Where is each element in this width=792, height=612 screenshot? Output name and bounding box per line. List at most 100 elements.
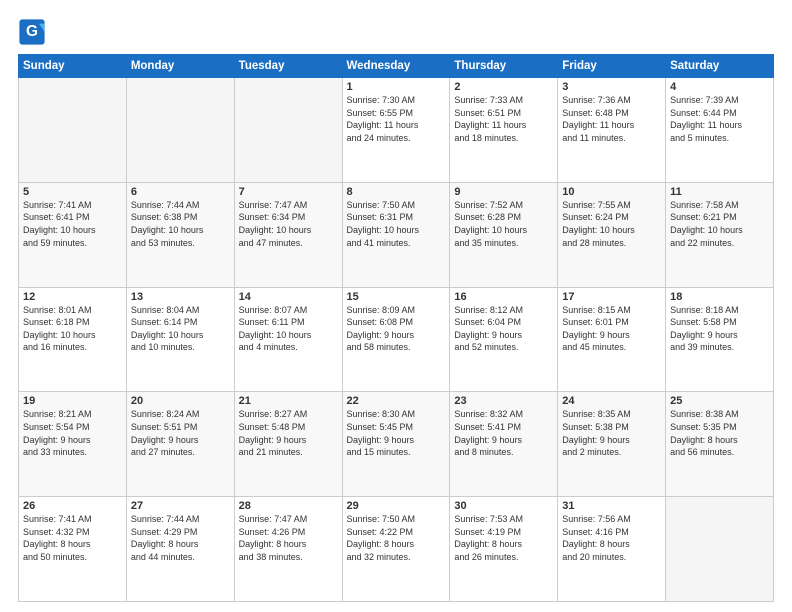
calendar-cell: 26Sunrise: 7:41 AM Sunset: 4:32 PM Dayli…	[19, 497, 127, 602]
day-number: 7	[239, 186, 338, 198]
day-number: 21	[239, 395, 338, 407]
calendar-cell	[666, 497, 774, 602]
cell-details: Sunrise: 8:04 AM Sunset: 6:14 PM Dayligh…	[131, 304, 230, 354]
day-number: 25	[670, 395, 769, 407]
day-number: 4	[670, 81, 769, 93]
col-header-thursday: Thursday	[450, 55, 558, 78]
day-number: 26	[23, 500, 122, 512]
day-number: 2	[454, 81, 553, 93]
cell-details: Sunrise: 8:12 AM Sunset: 6:04 PM Dayligh…	[454, 304, 553, 354]
cell-details: Sunrise: 8:27 AM Sunset: 5:48 PM Dayligh…	[239, 408, 338, 458]
cell-details: Sunrise: 8:30 AM Sunset: 5:45 PM Dayligh…	[347, 408, 446, 458]
calendar-cell: 11Sunrise: 7:58 AM Sunset: 6:21 PM Dayli…	[666, 182, 774, 287]
week-row-2: 12Sunrise: 8:01 AM Sunset: 6:18 PM Dayli…	[19, 287, 774, 392]
day-number: 20	[131, 395, 230, 407]
cell-details: Sunrise: 7:55 AM Sunset: 6:24 PM Dayligh…	[562, 199, 661, 249]
cell-details: Sunrise: 8:09 AM Sunset: 6:08 PM Dayligh…	[347, 304, 446, 354]
calendar-cell: 29Sunrise: 7:50 AM Sunset: 4:22 PM Dayli…	[342, 497, 450, 602]
day-number: 12	[23, 291, 122, 303]
cell-details: Sunrise: 7:53 AM Sunset: 4:19 PM Dayligh…	[454, 513, 553, 563]
calendar-cell: 21Sunrise: 8:27 AM Sunset: 5:48 PM Dayli…	[234, 392, 342, 497]
calendar-cell: 1Sunrise: 7:30 AM Sunset: 6:55 PM Daylig…	[342, 78, 450, 183]
cell-details: Sunrise: 7:50 AM Sunset: 6:31 PM Dayligh…	[347, 199, 446, 249]
cell-details: Sunrise: 7:30 AM Sunset: 6:55 PM Dayligh…	[347, 94, 446, 144]
day-number: 22	[347, 395, 446, 407]
calendar-cell: 27Sunrise: 7:44 AM Sunset: 4:29 PM Dayli…	[126, 497, 234, 602]
cell-details: Sunrise: 8:35 AM Sunset: 5:38 PM Dayligh…	[562, 408, 661, 458]
calendar-cell: 9Sunrise: 7:52 AM Sunset: 6:28 PM Daylig…	[450, 182, 558, 287]
week-row-4: 26Sunrise: 7:41 AM Sunset: 4:32 PM Dayli…	[19, 497, 774, 602]
calendar-cell: 3Sunrise: 7:36 AM Sunset: 6:48 PM Daylig…	[558, 78, 666, 183]
calendar-header-row: SundayMondayTuesdayWednesdayThursdayFrid…	[19, 55, 774, 78]
calendar-cell: 14Sunrise: 8:07 AM Sunset: 6:11 PM Dayli…	[234, 287, 342, 392]
cell-details: Sunrise: 8:32 AM Sunset: 5:41 PM Dayligh…	[454, 408, 553, 458]
day-number: 31	[562, 500, 661, 512]
cell-details: Sunrise: 8:18 AM Sunset: 5:58 PM Dayligh…	[670, 304, 769, 354]
day-number: 29	[347, 500, 446, 512]
calendar-cell: 17Sunrise: 8:15 AM Sunset: 6:01 PM Dayli…	[558, 287, 666, 392]
header: G	[18, 18, 774, 46]
day-number: 30	[454, 500, 553, 512]
calendar-cell: 6Sunrise: 7:44 AM Sunset: 6:38 PM Daylig…	[126, 182, 234, 287]
calendar-table: SundayMondayTuesdayWednesdayThursdayFrid…	[18, 54, 774, 602]
day-number: 24	[562, 395, 661, 407]
day-number: 11	[670, 186, 769, 198]
cell-details: Sunrise: 8:01 AM Sunset: 6:18 PM Dayligh…	[23, 304, 122, 354]
cell-details: Sunrise: 7:44 AM Sunset: 6:38 PM Dayligh…	[131, 199, 230, 249]
svg-text:G: G	[26, 23, 38, 40]
col-header-tuesday: Tuesday	[234, 55, 342, 78]
cell-details: Sunrise: 7:41 AM Sunset: 6:41 PM Dayligh…	[23, 199, 122, 249]
calendar-cell: 7Sunrise: 7:47 AM Sunset: 6:34 PM Daylig…	[234, 182, 342, 287]
calendar-cell: 20Sunrise: 8:24 AM Sunset: 5:51 PM Dayli…	[126, 392, 234, 497]
day-number: 5	[23, 186, 122, 198]
cell-details: Sunrise: 8:15 AM Sunset: 6:01 PM Dayligh…	[562, 304, 661, 354]
day-number: 9	[454, 186, 553, 198]
calendar-cell: 23Sunrise: 8:32 AM Sunset: 5:41 PM Dayli…	[450, 392, 558, 497]
calendar-cell: 12Sunrise: 8:01 AM Sunset: 6:18 PM Dayli…	[19, 287, 127, 392]
day-number: 15	[347, 291, 446, 303]
calendar-cell: 5Sunrise: 7:41 AM Sunset: 6:41 PM Daylig…	[19, 182, 127, 287]
calendar-cell	[126, 78, 234, 183]
cell-details: Sunrise: 7:52 AM Sunset: 6:28 PM Dayligh…	[454, 199, 553, 249]
week-row-1: 5Sunrise: 7:41 AM Sunset: 6:41 PM Daylig…	[19, 182, 774, 287]
day-number: 17	[562, 291, 661, 303]
calendar-cell	[234, 78, 342, 183]
cell-details: Sunrise: 8:24 AM Sunset: 5:51 PM Dayligh…	[131, 408, 230, 458]
cell-details: Sunrise: 7:47 AM Sunset: 4:26 PM Dayligh…	[239, 513, 338, 563]
logo-icon: G	[18, 18, 46, 46]
week-row-0: 1Sunrise: 7:30 AM Sunset: 6:55 PM Daylig…	[19, 78, 774, 183]
cell-details: Sunrise: 8:07 AM Sunset: 6:11 PM Dayligh…	[239, 304, 338, 354]
day-number: 6	[131, 186, 230, 198]
calendar-cell: 10Sunrise: 7:55 AM Sunset: 6:24 PM Dayli…	[558, 182, 666, 287]
day-number: 8	[347, 186, 446, 198]
day-number: 28	[239, 500, 338, 512]
cell-details: Sunrise: 7:50 AM Sunset: 4:22 PM Dayligh…	[347, 513, 446, 563]
cell-details: Sunrise: 7:47 AM Sunset: 6:34 PM Dayligh…	[239, 199, 338, 249]
calendar-cell	[19, 78, 127, 183]
col-header-friday: Friday	[558, 55, 666, 78]
week-row-3: 19Sunrise: 8:21 AM Sunset: 5:54 PM Dayli…	[19, 392, 774, 497]
page: G SundayMondayTuesdayWednesdayThursdayFr…	[0, 0, 792, 612]
col-header-sunday: Sunday	[19, 55, 127, 78]
cell-details: Sunrise: 7:41 AM Sunset: 4:32 PM Dayligh…	[23, 513, 122, 563]
cell-details: Sunrise: 7:33 AM Sunset: 6:51 PM Dayligh…	[454, 94, 553, 144]
col-header-saturday: Saturday	[666, 55, 774, 78]
day-number: 19	[23, 395, 122, 407]
day-number: 18	[670, 291, 769, 303]
day-number: 13	[131, 291, 230, 303]
day-number: 10	[562, 186, 661, 198]
calendar-cell: 25Sunrise: 8:38 AM Sunset: 5:35 PM Dayli…	[666, 392, 774, 497]
day-number: 3	[562, 81, 661, 93]
calendar-cell: 22Sunrise: 8:30 AM Sunset: 5:45 PM Dayli…	[342, 392, 450, 497]
calendar-cell: 16Sunrise: 8:12 AM Sunset: 6:04 PM Dayli…	[450, 287, 558, 392]
calendar-cell: 19Sunrise: 8:21 AM Sunset: 5:54 PM Dayli…	[19, 392, 127, 497]
calendar-cell: 15Sunrise: 8:09 AM Sunset: 6:08 PM Dayli…	[342, 287, 450, 392]
col-header-wednesday: Wednesday	[342, 55, 450, 78]
day-number: 23	[454, 395, 553, 407]
day-number: 16	[454, 291, 553, 303]
calendar-cell: 2Sunrise: 7:33 AM Sunset: 6:51 PM Daylig…	[450, 78, 558, 183]
calendar-cell: 4Sunrise: 7:39 AM Sunset: 6:44 PM Daylig…	[666, 78, 774, 183]
cell-details: Sunrise: 7:44 AM Sunset: 4:29 PM Dayligh…	[131, 513, 230, 563]
day-number: 27	[131, 500, 230, 512]
cell-details: Sunrise: 7:58 AM Sunset: 6:21 PM Dayligh…	[670, 199, 769, 249]
